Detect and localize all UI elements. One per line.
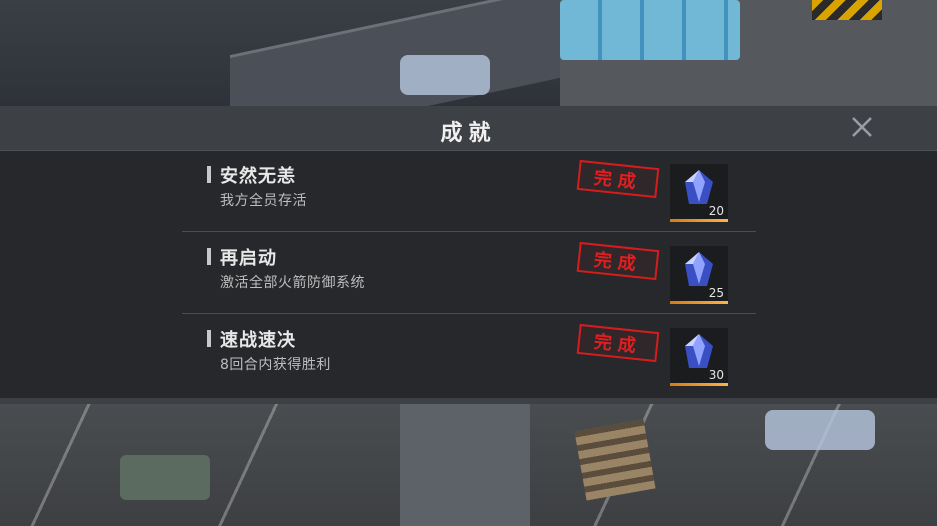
game-scene-tarp-2 xyxy=(765,410,875,450)
game-scene-tarp xyxy=(400,55,490,95)
modal-title: 成就 xyxy=(440,121,497,146)
achievement-description: 激活全部火箭防御系统 xyxy=(220,275,365,291)
achievement-row: 安然无恙 我方全员存活 完成 20 xyxy=(182,150,756,232)
modal-title-bar: 成就 xyxy=(0,106,937,151)
modal-bottom-strip xyxy=(0,398,937,404)
reward-accent-bar xyxy=(670,301,728,304)
achievement-row: 再启动 激活全部火箭防御系统 完成 25 xyxy=(182,232,756,314)
reward-count: 30 xyxy=(708,368,724,382)
close-icon xyxy=(852,117,872,137)
achievements-modal: 成就 安然无恙 我方全员存活 完成 20 再启动 激活全部火箭防御系统 完成 2… xyxy=(0,106,937,404)
game-scene-mech xyxy=(120,455,210,500)
reward-accent-bar xyxy=(670,383,728,386)
game-scene-pallet xyxy=(574,419,656,501)
game-scene-hazard-stripe xyxy=(812,0,882,20)
achievement-description: 8回合内获得胜利 xyxy=(220,357,331,373)
reward-count: 25 xyxy=(708,286,724,300)
achievement-row: 速战速决 8回合内获得胜利 完成 30 xyxy=(182,314,756,395)
reward-slot[interactable]: 25 xyxy=(670,246,728,304)
achievement-title: 安然无恙 xyxy=(220,166,296,187)
completed-stamp: 完成 xyxy=(576,323,660,363)
crystal-icon xyxy=(685,252,713,286)
game-scene-container xyxy=(400,402,530,526)
achievement-list: 安然无恙 我方全员存活 完成 20 再启动 激活全部火箭防御系统 完成 25 速… xyxy=(182,150,756,395)
achievement-title: 再启动 xyxy=(220,248,277,269)
achievement-title: 速战速决 xyxy=(220,330,296,351)
completed-stamp: 完成 xyxy=(576,241,660,281)
reward-accent-bar xyxy=(670,219,728,222)
row-marker xyxy=(207,330,211,347)
game-scene-energy-cubes xyxy=(560,0,740,60)
crystal-icon xyxy=(685,170,713,204)
reward-slot[interactable]: 30 xyxy=(670,328,728,386)
achievement-description: 我方全员存活 xyxy=(220,193,307,209)
crystal-icon xyxy=(685,334,713,368)
reward-count: 20 xyxy=(708,204,724,218)
row-marker xyxy=(207,166,211,183)
completed-stamp: 完成 xyxy=(576,159,660,199)
row-marker xyxy=(207,248,211,265)
reward-slot[interactable]: 20 xyxy=(670,164,728,222)
close-button[interactable] xyxy=(849,114,875,140)
